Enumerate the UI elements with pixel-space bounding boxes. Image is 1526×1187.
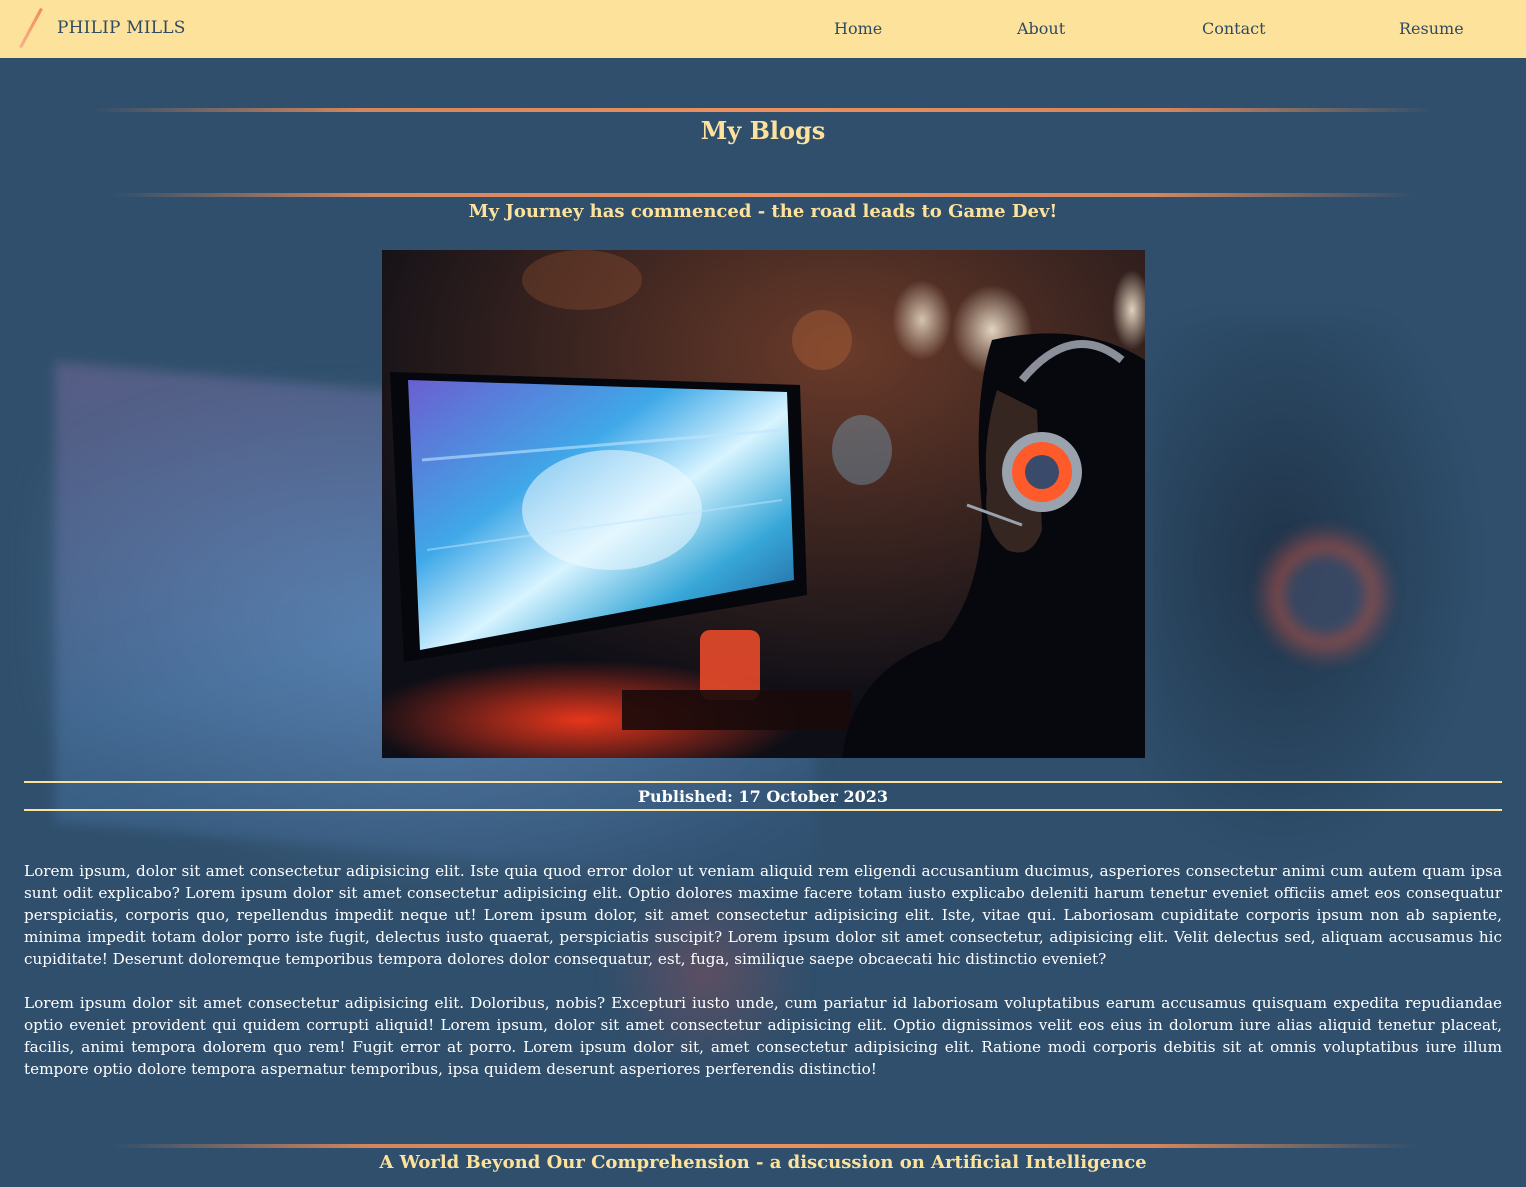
- nav-contact-link[interactable]: Contact: [1202, 19, 1266, 38]
- post-paragraph: Lorem ipsum, dolor sit amet consectetur …: [24, 862, 1502, 968]
- nav-about-link[interactable]: About: [1017, 19, 1065, 38]
- post-divider: [110, 193, 1416, 197]
- brand-name[interactable]: PHILIP MILLS: [57, 18, 186, 38]
- post-title[interactable]: A World Beyond Our Comprehension - a dis…: [0, 1152, 1526, 1173]
- published-rule-bottom: [24, 809, 1502, 811]
- nav-home-link[interactable]: Home: [834, 19, 882, 38]
- nav-resume-link[interactable]: Resume: [1399, 19, 1464, 38]
- background-headphone: [1250, 520, 1400, 670]
- navbar: PHILIP MILLS Home About Contact Resume: [0, 0, 1526, 58]
- post-image: [382, 250, 1145, 758]
- post-title[interactable]: My Journey has commenced - the road lead…: [0, 201, 1526, 222]
- published-date: Published: 17 October 2023: [638, 787, 888, 806]
- post-paragraph: Lorem ipsum dolor sit amet consectetur a…: [24, 994, 1502, 1078]
- gamer-photo: [382, 250, 1145, 758]
- pencil-slash-icon[interactable]: [16, 6, 44, 50]
- published-rule-top: [24, 781, 1502, 783]
- post-divider: [110, 1144, 1416, 1148]
- page-title: My Blogs: [700, 116, 826, 145]
- title-divider: [90, 108, 1436, 112]
